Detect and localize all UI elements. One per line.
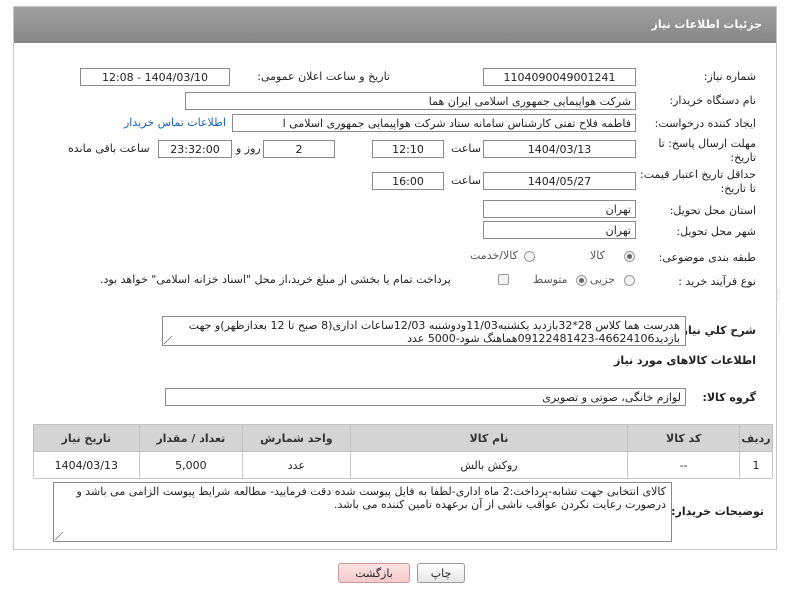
table-row: 1 -- روکش بالش عدد 5,000 1404/03/13 [33,451,773,479]
resize-handle-icon[interactable] [164,336,172,344]
buyer-notes-textarea[interactable]: کالای انتخابی جهت تشابه-پرداخت:2 ماه ادا… [53,482,672,542]
validity-time-field: 16:00 [372,172,444,190]
goods-group-field: لوازم خانگی، صوتی و تصویری [165,388,686,406]
province-label: استان محل تحویل: [669,204,756,217]
province-field: تهران [483,200,636,218]
buyer-notes-text: کالای انتخابی جهت تشابه-پرداخت:2 ماه ادا… [76,485,666,511]
process-option-medium: متوسط [533,273,568,286]
table-header-row: ردیف کد کالا نام کالا واحد شمارش تعداد /… [33,424,773,452]
remaining-time-label: ساعت باقی مانده [68,142,150,155]
treasury-note: پرداخت تمام یا بخشی از مبلغ خرید،از محل … [100,273,451,286]
price-validity-label-2: تا تاریخ: [720,182,756,195]
description-textarea[interactable]: هدرست هما کلاس 28*32بازدید یکشنبه11/03ود… [162,316,686,346]
header-quantity: تعداد / مقدار [138,424,244,452]
days-field: 2 [263,140,335,158]
need-number-label: شماره نیاز: [703,70,756,83]
city-label: شهر محل تحویل: [676,225,756,238]
reply-deadline-label-2: تاریخ: [730,151,756,164]
header-row-number: ردیف [739,424,773,452]
cell-quantity: 5,000 [138,451,244,479]
city-field: تهران [483,221,636,239]
cell-item-code: -- [627,451,740,479]
process-label: نوع فرآیند خرید : [678,275,756,288]
buyer-contact-link[interactable]: اطلاعات تماس خریدار [124,116,226,129]
header-need-date: تاریخ نیاز [33,424,140,452]
reply-date-field: 1404/03/13 [483,140,636,158]
reply-deadline-label: مهلت ارسال پاسخ: تا [658,137,756,150]
buyer-notes-label: توضیحات خریدار: [671,505,764,518]
description-text: هدرست هما کلاس 28*32بازدید یکشنبه11/03ود… [188,319,680,345]
buyer-org-label: نام دستگاه خریدار: [669,94,756,107]
return-button[interactable]: بازگشت [338,563,410,583]
category-radio-goods-service[interactable] [524,251,535,262]
description-label: شرح کلي نياز: [677,324,756,337]
creator-field: فاطمه فلاح تفتی کارشناس سامانه ستاد شرکت… [232,114,636,132]
treasury-checkbox[interactable] [498,274,509,285]
price-validity-label: حداقل تاریخ اعتبار قیمت: [640,168,756,181]
panel-title: جزئیات اطلاعات نیاز [14,7,776,43]
header-unit: واحد شمارش [242,424,351,452]
category-option-goods-service: کالا/خدمت [470,249,518,262]
reply-time-label: ساعت [451,142,481,155]
process-radio-medium[interactable] [576,275,587,286]
validity-date-field: 1404/05/27 [483,172,636,190]
cell-need-date: 1404/03/13 [33,451,140,479]
category-option-goods: کالا [590,249,605,262]
reply-time-field: 12:10 [372,140,444,158]
goods-group-label: گروه کالا: [702,391,756,404]
process-radio-minor[interactable] [624,275,635,286]
days-label: روز و [236,142,261,155]
cell-unit: عدد [242,451,351,479]
header-item-name: نام کالا [349,424,629,452]
announce-field: 1404/03/10 - 12:08 [80,68,230,86]
announce-label: تاریخ و ساعت اعلان عمومی: [257,70,390,83]
items-table: ردیف کد کالا نام کالا واحد شمارش تعداد /… [33,424,773,479]
remaining-time-field: 23:32:00 [158,140,232,158]
validity-time-label: ساعت [451,174,481,187]
header-item-code: کد کالا [627,424,740,452]
print-button[interactable]: چاپ [417,563,465,583]
goods-info-title: اطلاعات کالاهای مورد نیاز [614,354,756,367]
category-radio-goods[interactable] [624,251,635,262]
cell-item-name: روکش بالش [349,451,629,479]
category-label: طبقه بندی موضوعی: [658,251,756,264]
process-option-minor: جزیی [590,273,616,286]
creator-label: ایجاد کننده درخواست: [654,117,756,130]
cell-row-number: 1 [739,451,773,479]
resize-handle-icon[interactable] [55,532,63,540]
need-number-field: 1104090049001241 [483,68,636,86]
buyer-org-field: شرکت هواپیمایی جمهوری اسلامی ایران هما [185,92,636,110]
